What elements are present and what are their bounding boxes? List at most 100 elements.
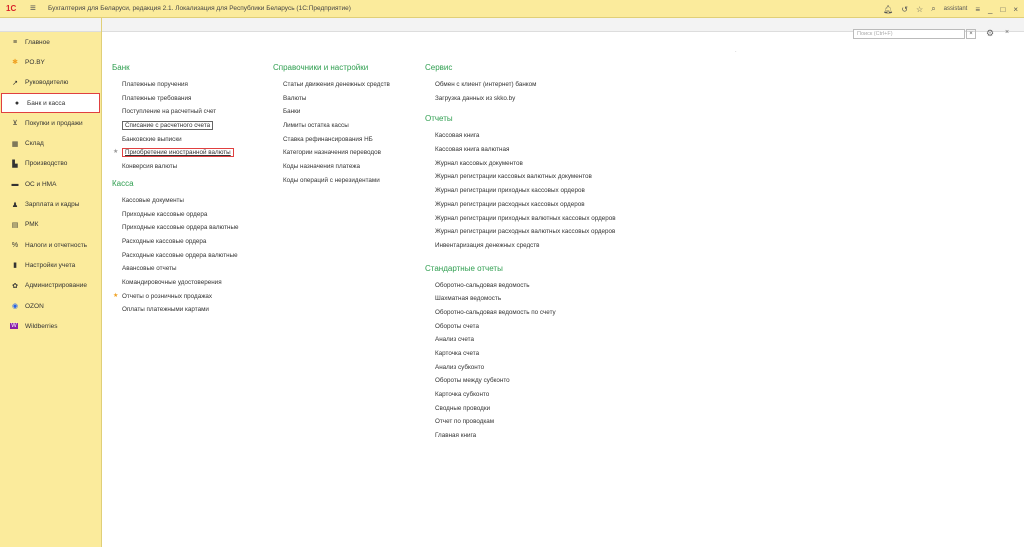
spravochniki-link-label[interactable]: Статьи движения денежных средств [283, 81, 390, 88]
sidebar-item-11[interactable]: ▮ Настройки учета [0, 255, 101, 275]
otchety-link[interactable]: Журнал регистрации приходных валютных ка… [425, 212, 685, 226]
standard-link-label[interactable]: Анализ субконто [435, 364, 484, 371]
standard-link[interactable]: Шахматная ведомость [425, 292, 685, 306]
sidebar-item-12[interactable]: ✿ Администрирование [0, 276, 101, 296]
bank-link[interactable]: Конверсия валюты [112, 160, 267, 174]
servis-link-label[interactable]: Обмен с клиент (интернет) банком [435, 81, 536, 88]
kassa-link-label[interactable]: Отчеты о розничных продажах [122, 293, 212, 300]
kassa-link[interactable]: Авансовые отчеты [112, 262, 267, 276]
sidebar-item-10[interactable]: % Налоги и отчетность [0, 235, 101, 255]
spravochniki-link-label[interactable]: Коды операций с нерезидентами [283, 177, 380, 184]
otchety-link-label[interactable]: Кассовая книга [435, 132, 479, 139]
bank-link[interactable]: Платежные требования [112, 92, 267, 106]
otchety-link-label[interactable]: Журнал регистрации приходных валютных ка… [435, 215, 616, 222]
standard-link[interactable]: Анализ субконто [425, 361, 685, 375]
search-clear-icon[interactable]: × [966, 29, 976, 39]
bank-link[interactable]: Платежные поручения [112, 78, 267, 92]
spravochniki-link[interactable]: Валюты [273, 92, 423, 106]
otchety-link[interactable]: Кассовая книга [425, 129, 685, 143]
otchety-link-label[interactable]: Журнал регистрации расходных кассовых ор… [435, 201, 585, 208]
settings-menu-icon[interactable]: ≡ [975, 5, 980, 14]
close-icon[interactable]: × [1013, 5, 1018, 14]
spravochniki-link[interactable]: Категории назначения переводов [273, 146, 423, 160]
otchety-link[interactable]: Журнал регистрации кассовых валютных док… [425, 170, 685, 184]
kassa-link-label[interactable]: Авансовые отчеты [122, 265, 177, 272]
search-input[interactable]: Поиск (Ctrl+F) [853, 29, 965, 39]
otchety-link[interactable]: Журнал кассовых документов [425, 157, 685, 171]
user-name[interactable]: assistant [944, 6, 968, 12]
otchety-link-label[interactable]: Журнал регистрации расходных валютных ка… [435, 228, 615, 235]
spravochniki-link-label[interactable]: Категории назначения переводов [283, 149, 381, 156]
spravochniki-link[interactable]: Коды назначения платежа [273, 160, 423, 174]
kassa-link[interactable]: Приходные кассовые ордера [112, 208, 267, 222]
spravochniki-link-label[interactable]: Ставка рефинансирования НБ [283, 136, 373, 143]
sidebar-item-5[interactable]: ▦ Склад [0, 133, 101, 153]
standard-link-label[interactable]: Карточка субконто [435, 391, 489, 398]
spravochniki-link[interactable]: Коды операций с нерезидентами [273, 174, 423, 188]
sidebar-item-9[interactable]: ▤ РМК [0, 215, 101, 235]
minimize-icon[interactable]: _ [988, 5, 992, 14]
servis-link[interactable]: Обмен с клиент (интернет) банком [425, 78, 685, 92]
standard-link-label[interactable]: Оборотно-сальдовая ведомость [435, 282, 530, 289]
otchety-link-label[interactable]: Журнал кассовых документов [435, 160, 523, 167]
spravochniki-link[interactable]: Статьи движения денежных средств [273, 78, 423, 92]
otchety-link[interactable]: Кассовая книга валютная [425, 143, 685, 157]
standard-link[interactable]: Оборотно-сальдовая ведомость [425, 279, 685, 293]
sidebar-item-4[interactable]: ⊻ Покупки и продажи [0, 113, 101, 133]
standard-link[interactable]: Обороты между субконто [425, 374, 685, 388]
standard-link-label[interactable]: Обороты счета [435, 323, 479, 330]
kassa-link-label[interactable]: Оплаты платежными картами [122, 306, 209, 313]
spravochniki-link[interactable]: Банки [273, 105, 423, 119]
standard-link-label[interactable]: Анализ счета [435, 336, 474, 343]
standard-link-label[interactable]: Сводные проводки [435, 405, 490, 412]
standard-link-label[interactable]: Шахматная ведомость [435, 295, 501, 302]
kassa-link-label[interactable]: Кассовые документы [122, 197, 184, 204]
otchety-link[interactable]: Журнал регистрации расходных валютных ка… [425, 225, 685, 239]
standard-link[interactable]: Отчет по проводкам [425, 415, 685, 429]
bank-link-label[interactable]: Банковские выписки [122, 136, 182, 143]
kassa-link[interactable]: Приходные кассовые ордера валютные [112, 221, 267, 235]
standard-link-label[interactable]: Обороты между субконто [435, 377, 510, 384]
standard-link-label[interactable]: Карточка счета [435, 350, 479, 357]
otchety-link-label[interactable]: Кассовая книга валютная [435, 146, 509, 153]
notification-bell-icon[interactable]: 🔔︎ [883, 5, 893, 14]
bank-link[interactable]: Поступление на расчетный счет [112, 105, 267, 119]
sidebar-item-3[interactable]: ● Банк и касса [1, 92, 100, 114]
otchety-link[interactable]: Инвентаризация денежных средств [425, 239, 685, 253]
spravochniki-link-label[interactable]: Банки [283, 108, 300, 115]
standard-link-label[interactable]: Отчет по проводкам [435, 418, 494, 425]
bank-link-label[interactable]: Платежные поручения [122, 81, 188, 88]
kassa-link[interactable]: Оплаты платежными картами [112, 303, 267, 317]
kassa-link-label[interactable]: Расходные кассовые ордера [122, 238, 206, 245]
kassa-link[interactable]: Командировочные удостоверения [112, 276, 267, 290]
favorite-star-icon[interactable]: ★ [113, 146, 118, 160]
standard-link[interactable]: Сводные проводки [425, 402, 685, 416]
kassa-link-label[interactable]: Приходные кассовые ордера [122, 211, 207, 218]
standard-link-label[interactable]: Главная книга [435, 432, 476, 439]
history-icon[interactable]: ↺ [901, 5, 908, 14]
bank-link-label[interactable]: Платежные требования [122, 95, 191, 102]
standard-link[interactable]: Карточка субконто [425, 388, 685, 402]
kassa-link[interactable]: ★ Отчеты о розничных продажах [112, 290, 267, 304]
sidebar-item-13[interactable]: ◉ OZON [0, 296, 101, 316]
otchety-link-label[interactable]: Инвентаризация денежных средств [435, 242, 540, 249]
spravochniki-link[interactable]: Лимиты остатка кассы [273, 119, 423, 133]
kassa-link[interactable]: Расходные кассовые ордера валютные [112, 249, 267, 263]
otchety-link[interactable]: Журнал регистрации приходных кассовых ор… [425, 184, 685, 198]
bank-link-label[interactable]: Списание с расчетного счета [122, 121, 214, 131]
maximize-icon[interactable]: □ [1000, 5, 1005, 14]
standard-link-label[interactable]: Оборотно-сальдовая ведомость по счету [435, 309, 556, 316]
kassa-link-label[interactable]: Приходные кассовые ордера валютные [122, 224, 239, 231]
favorites-star-icon[interactable]: ☆ [916, 5, 923, 14]
servis-link-label[interactable]: Загрузка данных из skko.by [435, 95, 515, 102]
sidebar-item-7[interactable]: ▬ ОС и НМА [0, 174, 101, 194]
kassa-link[interactable]: Расходные кассовые ордера [112, 235, 267, 249]
bank-link[interactable]: ★ Приобретение иностранной валюты [112, 146, 267, 160]
sidebar-item-2[interactable]: ↗ Руководителю [0, 73, 101, 93]
otchety-link-label[interactable]: Журнал регистрации кассовых валютных док… [435, 173, 592, 180]
bank-link[interactable]: Списание с расчетного счета [112, 119, 267, 133]
standard-link[interactable]: Обороты счета [425, 320, 685, 334]
favorite-star-icon[interactable]: ★ [113, 290, 118, 304]
spravochniki-link-label[interactable]: Лимиты остатка кассы [283, 122, 349, 129]
sidebar-item-8[interactable]: ♟ Зарплата и кадры [0, 194, 101, 214]
